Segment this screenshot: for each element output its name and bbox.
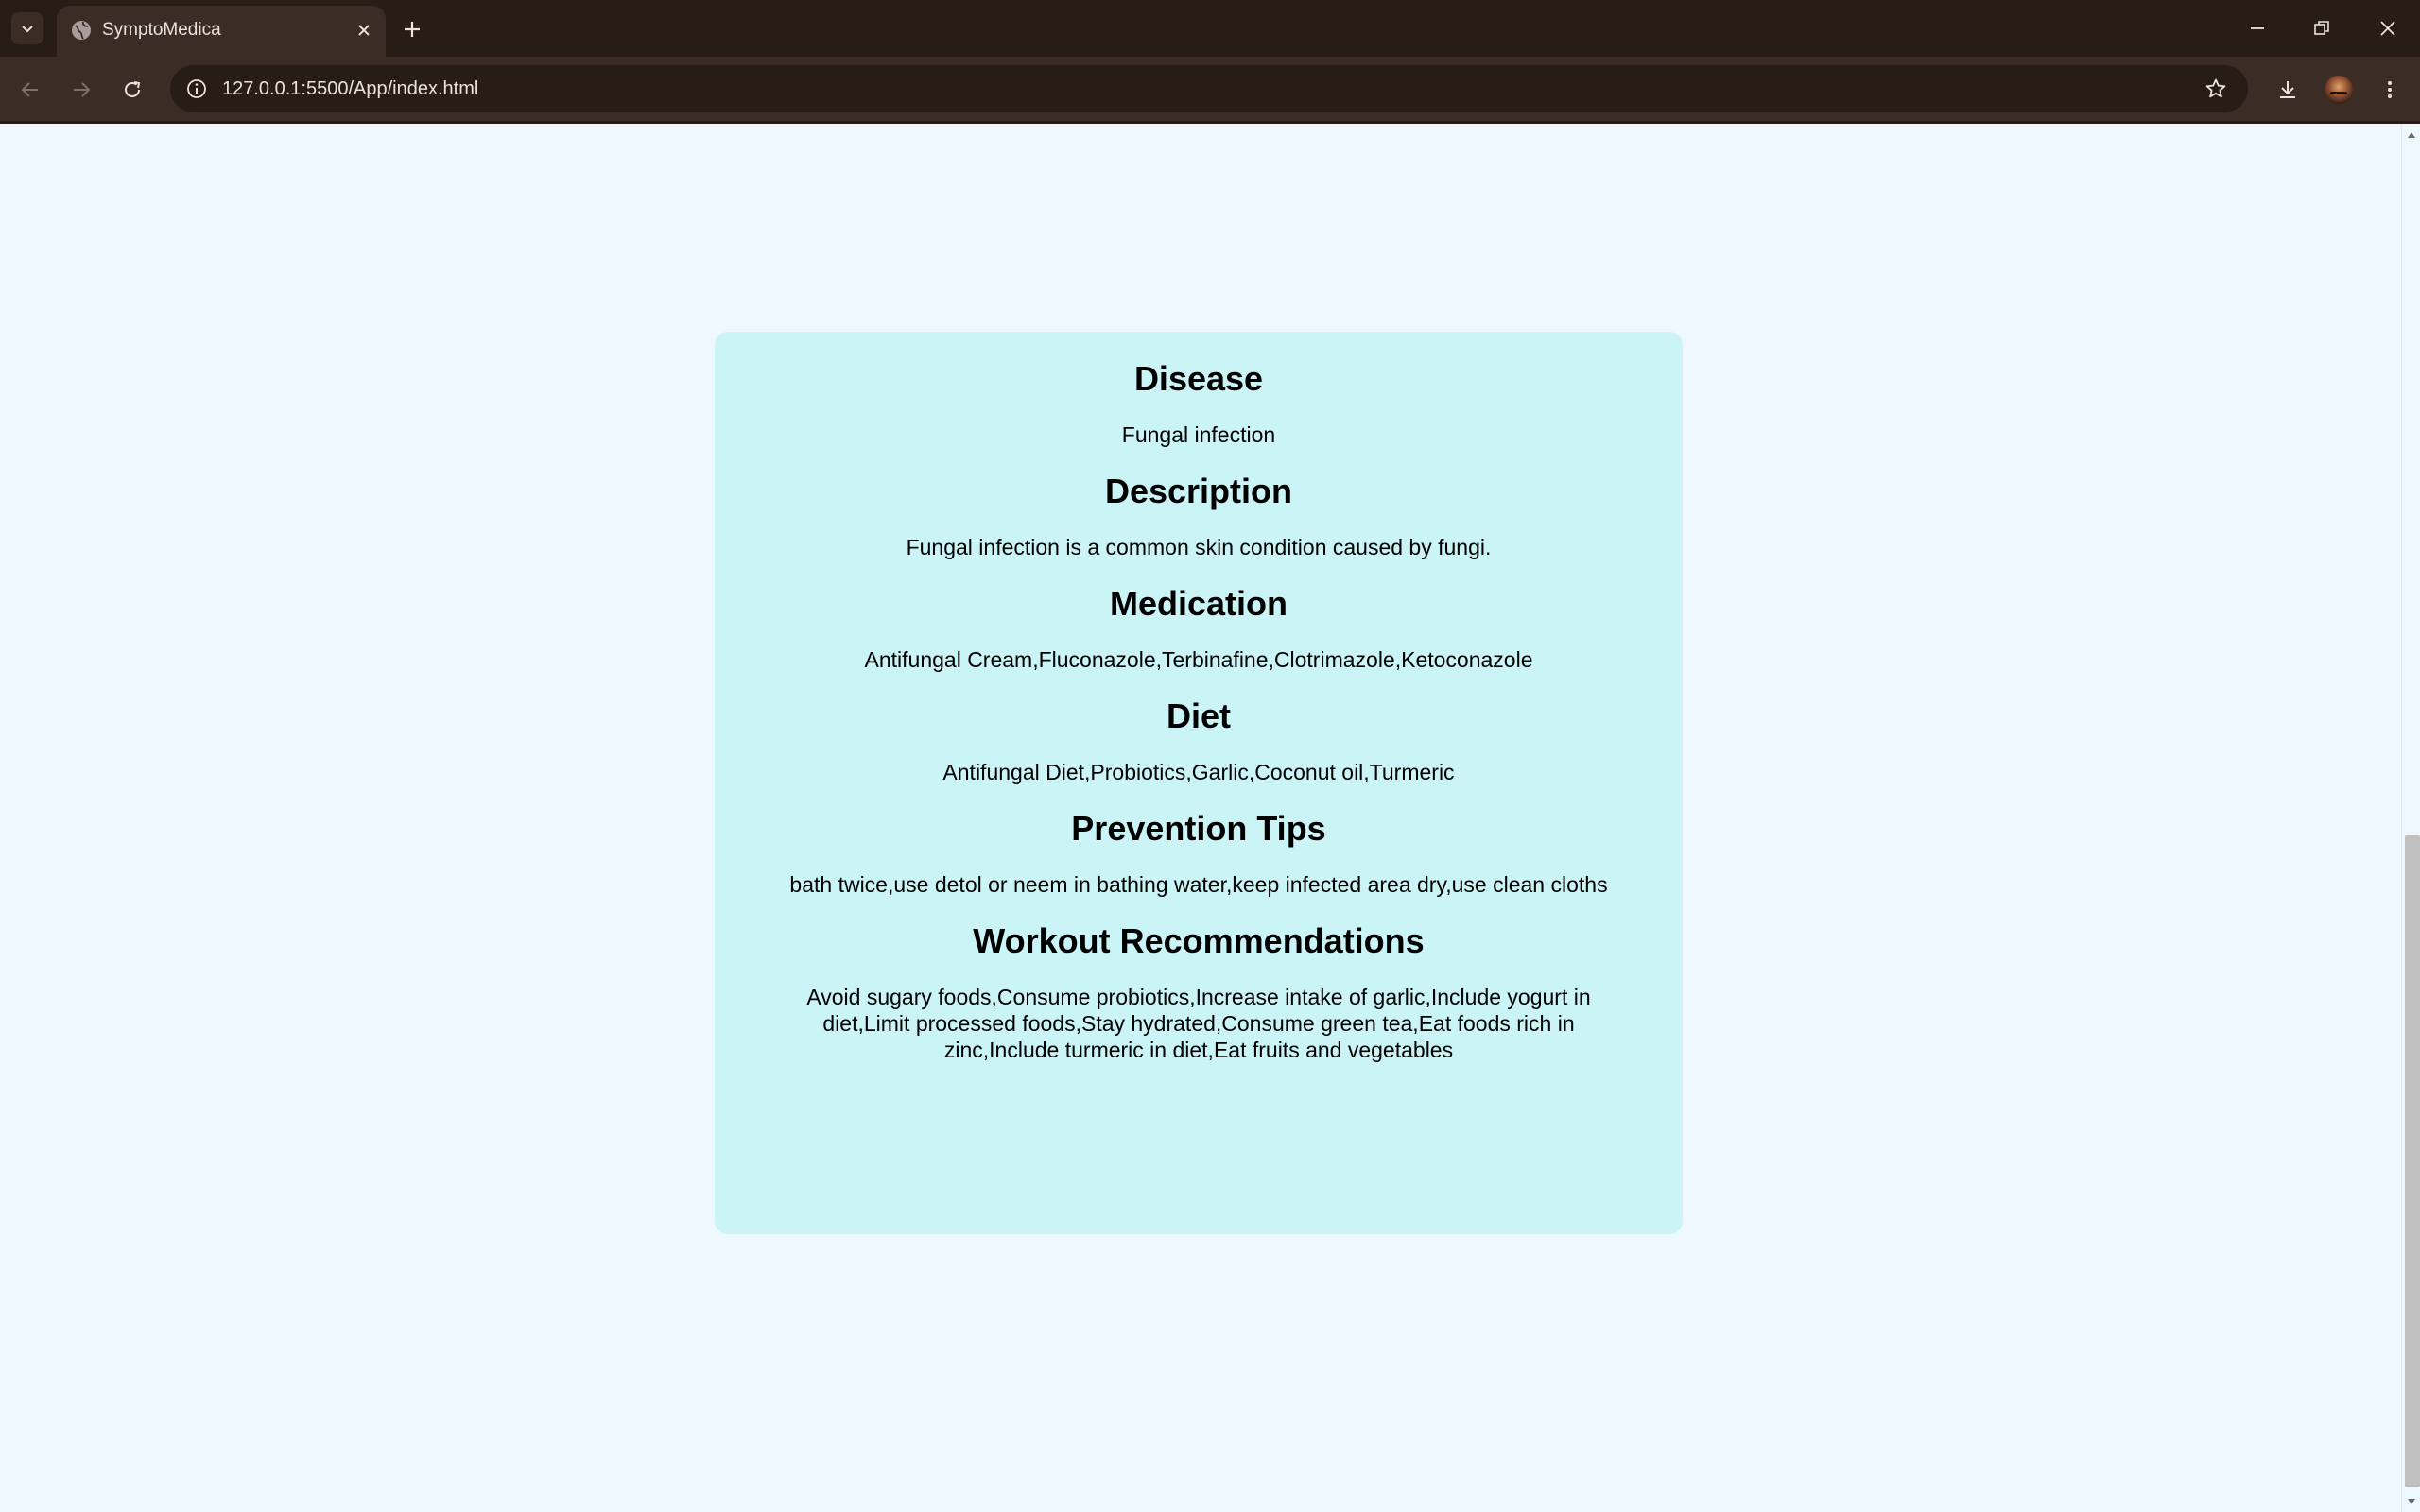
restore-icon <box>2314 21 2329 35</box>
address-bar[interactable]: 127.0.0.1:5500/App/index.html <box>170 65 2248 112</box>
disease-value: Fungal infection <box>1121 422 1276 447</box>
tab-strip: SymptoMedica <box>0 0 2420 57</box>
arrow-right-icon <box>74 82 91 97</box>
arrow-left-icon <box>21 82 38 97</box>
prevention-tips-value: bath twice,use detol or neem in bathing … <box>789 872 1608 897</box>
medication-heading: Medication <box>1109 584 1288 623</box>
url-text[interactable]: 127.0.0.1:5500/App/index.html <box>222 78 478 100</box>
close-icon <box>358 25 370 36</box>
result-card: Disease Fungal infection Description Fun… <box>715 332 1683 1234</box>
description-value: Fungal infection is a common skin condit… <box>906 535 1492 559</box>
tab-close-button[interactable] <box>352 18 376 43</box>
workout-recommendations-heading: Workout Recommendations <box>973 921 1425 960</box>
avatar <box>2325 76 2353 104</box>
new-tab-button[interactable] <box>397 14 427 44</box>
scroll-down-button[interactable] <box>2402 1494 2420 1509</box>
minimize-button[interactable] <box>2237 9 2278 47</box>
vertical-scrollbar[interactable] <box>2401 124 2420 1512</box>
disease-heading: Disease <box>1133 359 1264 398</box>
page-viewport: Disease Fungal infection Description Fun… <box>0 124 2420 1512</box>
plus-icon <box>405 22 420 37</box>
reload-icon <box>125 81 141 97</box>
close-icon <box>2380 21 2395 36</box>
profile-button[interactable] <box>2320 71 2358 109</box>
workout-recommendations-value: Avoid sugary foods,Consume probiotics,In… <box>806 985 1591 1062</box>
close-window-button[interactable] <box>2367 9 2409 47</box>
minimize-icon <box>2251 27 2264 29</box>
globe-icon <box>72 21 91 40</box>
star-icon <box>2205 78 2226 98</box>
back-button[interactable] <box>11 71 49 109</box>
menu-button[interactable] <box>2371 71 2409 109</box>
tab-search-button[interactable] <box>11 12 43 44</box>
forward-button[interactable] <box>62 71 100 109</box>
tab-title: SymptoMedica <box>102 20 221 40</box>
chevron-down-icon <box>22 26 33 33</box>
download-icon <box>2280 81 2295 98</box>
triangle-up-icon <box>2408 132 2415 138</box>
info-icon <box>187 79 206 98</box>
scroll-up-button[interactable] <box>2402 128 2420 143</box>
scrollbar-thumb[interactable] <box>2405 835 2420 1487</box>
reload-button[interactable] <box>113 71 151 109</box>
diet-value: Antifungal Diet,Probiotics,Garlic,Coconu… <box>942 760 1455 784</box>
triangle-down-icon <box>2408 1499 2415 1504</box>
diet-heading: Diet <box>1166 696 1231 735</box>
medication-value: Antifungal Cream,Fluconazole,Terbinafine… <box>864 647 1533 672</box>
description-heading: Description <box>1104 472 1293 510</box>
downloads-button[interactable] <box>2269 71 2307 109</box>
restore-button[interactable] <box>2301 9 2342 47</box>
bookmark-button[interactable] <box>2201 74 2231 104</box>
site-info-button[interactable] <box>182 74 212 104</box>
kebab-menu-icon <box>2388 81 2392 98</box>
active-tab[interactable]: SymptoMedica <box>57 6 386 57</box>
browser-toolbar: 127.0.0.1:5500/App/index.html <box>0 57 2420 123</box>
prevention-tips-heading: Prevention Tips <box>1071 809 1326 848</box>
